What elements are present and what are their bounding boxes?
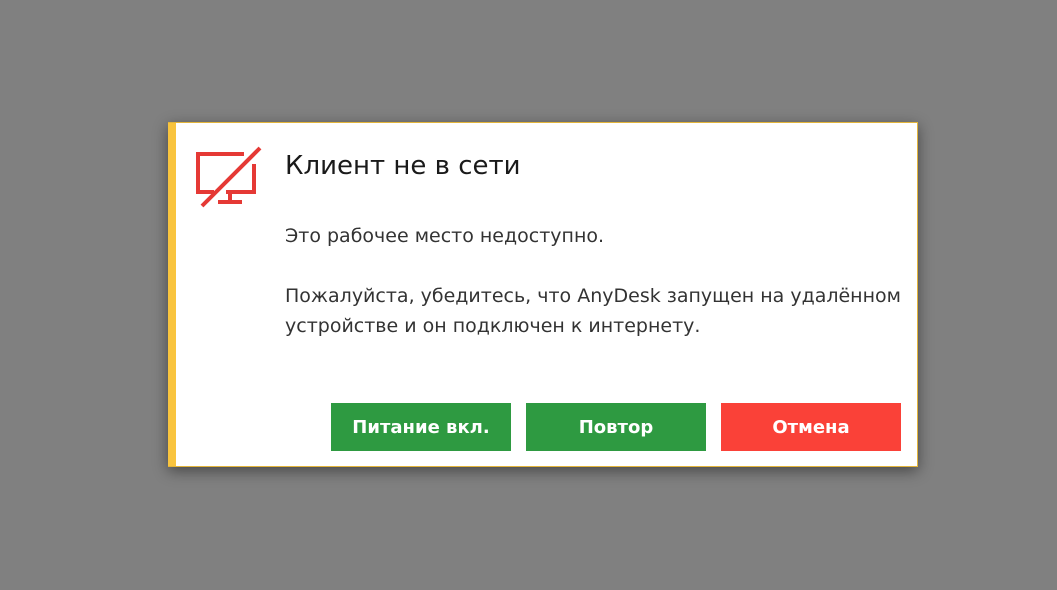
message-instructions: Пожалуйста, убедитесь, что AnyDesk запущ…: [285, 285, 901, 337]
dialog-title: Клиент не в сети: [285, 151, 521, 181]
dialog-message: Это рабочее место недоступно. Пожалуйста…: [285, 221, 905, 371]
message-unavailable: Это рабочее место недоступно.: [285, 225, 605, 247]
dialog-buttons: Питание вкл. Повтор Отмена: [331, 403, 901, 451]
power-on-button[interactable]: Питание вкл.: [331, 403, 511, 451]
retry-button[interactable]: Повтор: [526, 403, 706, 451]
accent-bar: [168, 123, 176, 466]
client-offline-dialog: Клиент не в сети Это рабочее место недос…: [168, 122, 918, 467]
monitor-offline-icon: [194, 146, 266, 212]
cancel-button[interactable]: Отмена: [721, 403, 901, 451]
